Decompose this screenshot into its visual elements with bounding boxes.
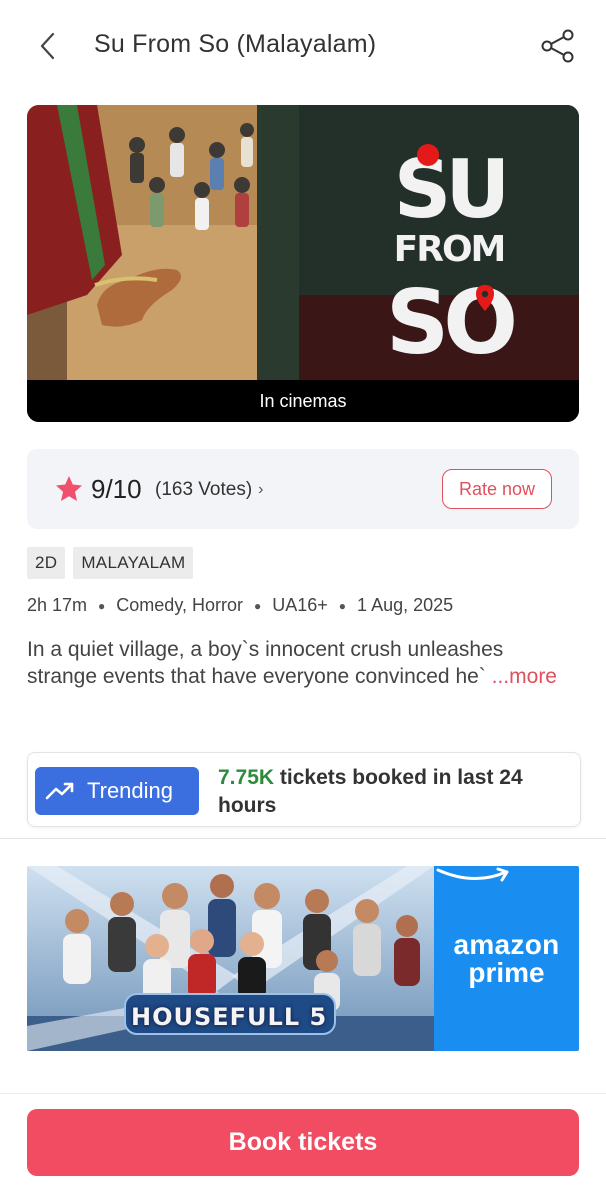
page-title: Su From So (Malayalam) <box>94 30 377 58</box>
amazon-prime-logo: amazon prime <box>434 866 579 1051</box>
rating-votes-link[interactable]: (163 Votes) › <box>155 479 264 501</box>
ad-banner[interactable]: HOUSEFULL 5 amazon prime <box>27 866 579 1051</box>
format-tags: 2D MALAYALAM <box>27 547 194 579</box>
trending-label: Trending <box>87 778 174 803</box>
share-icon <box>541 29 574 63</box>
trending-up-icon <box>45 782 74 800</box>
meta-release-date: 1 Aug, 2025 <box>357 595 454 615</box>
section-divider <box>0 838 606 839</box>
star-icon <box>56 476 82 501</box>
rating-score: 9/10 <box>91 474 142 504</box>
rate-now-button[interactable]: Rate now <box>442 469 552 509</box>
svg-text:FROM: FROM <box>394 229 505 270</box>
chevron-right-icon: › <box>258 481 264 498</box>
meta-certificate: UA16+ <box>272 595 328 615</box>
brand-line-2: prime <box>468 956 545 988</box>
book-tickets-button[interactable]: Book tickets <box>27 1109 579 1176</box>
poster-caption: In cinemas <box>27 380 579 422</box>
movie-meta: 2h 17m ● Comedy, Horror ● UA16+ ● 1 Aug,… <box>27 595 453 616</box>
smile-arrow-icon <box>436 867 509 882</box>
poster-artwork: SU FROM SO <box>27 105 579 380</box>
header: Su From So (Malayalam) <box>0 0 606 92</box>
movie-poster[interactable]: SU FROM SO In cinemas <box>27 105 579 422</box>
meta-genres: Comedy, Horror <box>116 595 243 615</box>
tickets-count: 7.75K <box>218 766 275 789</box>
separator-dot: ● <box>338 598 347 613</box>
more-link[interactable]: ...more <box>492 665 557 688</box>
tag-format: 2D <box>27 547 66 579</box>
trending-card: Trending 7.75K tickets booked in last 24… <box>27 752 581 827</box>
bottom-bar: Book tickets <box>0 1093 606 1200</box>
meta-duration: 2h 17m <box>27 595 88 615</box>
separator-dot: ● <box>98 598 106 613</box>
back-arrow-icon <box>40 32 55 60</box>
ad-movie-title: HOUSEFULL 5 <box>131 1003 328 1031</box>
movie-logo: SU FROM SO <box>386 143 520 374</box>
svg-text:SU: SU <box>394 143 505 236</box>
movie-description: In a quiet village, a boy`s innocent cru… <box>27 636 579 690</box>
separator-dot: ● <box>254 598 262 613</box>
share-button[interactable] <box>538 26 578 66</box>
svg-text:SO: SO <box>386 271 514 374</box>
tag-language: MALAYALAM <box>73 547 194 579</box>
rating-card: 9/10 (163 Votes) › Rate now <box>27 449 579 529</box>
description-text: In a quiet village, a boy`s innocent cru… <box>27 638 504 688</box>
trending-badge: Trending <box>35 767 199 815</box>
back-button[interactable] <box>30 26 66 66</box>
trending-text: 7.75K tickets booked in last 24 hours <box>218 764 568 820</box>
rating-votes-label: (163 Votes) <box>155 479 253 500</box>
